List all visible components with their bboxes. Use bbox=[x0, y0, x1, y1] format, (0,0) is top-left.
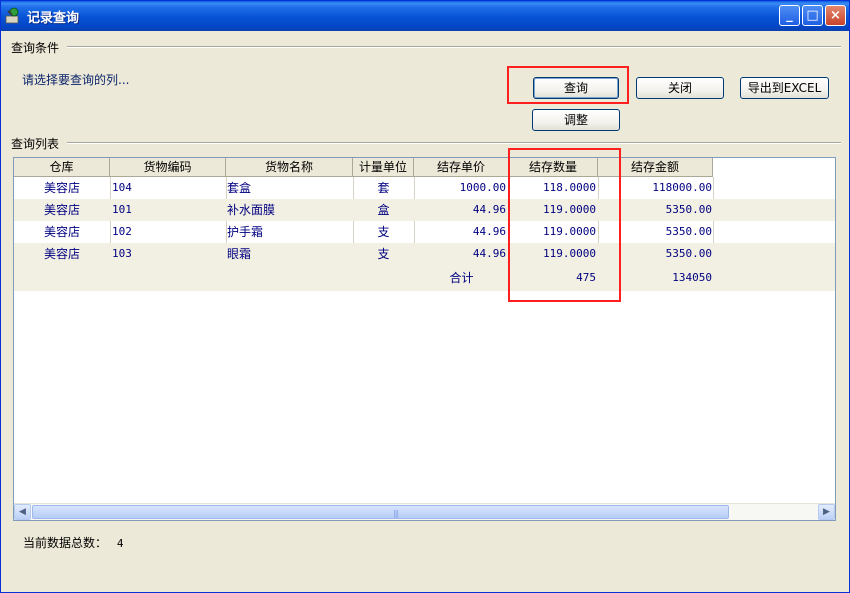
cell-unit-price: 44.96 bbox=[472, 247, 506, 260]
col-header-unit[interactable]: 计量单位 bbox=[353, 158, 414, 177]
scroll-right-button[interactable]: ▶ bbox=[818, 504, 835, 520]
table-row[interactable]: 美容店 102 护手霜 支 44.96 119.0000 5350.00 bbox=[14, 221, 835, 243]
total-quantity: 475 bbox=[576, 271, 596, 284]
list-group-divider bbox=[67, 142, 841, 144]
window-title: 记录查询 bbox=[27, 11, 80, 26]
maximize-icon: □ bbox=[806, 8, 819, 23]
record-count-value: 4 bbox=[116, 537, 124, 550]
table-row[interactable]: 美容店 104 套盒 套 1000.00 118.0000 118000.00 bbox=[14, 177, 835, 199]
cell-unit-price: 44.96 bbox=[472, 225, 506, 238]
col-header-amount[interactable]: 结存金额 bbox=[598, 158, 713, 177]
scroll-left-button[interactable]: ◀ bbox=[14, 504, 31, 520]
adjust-button[interactable]: 调整 bbox=[532, 109, 620, 131]
close-icon: × bbox=[830, 8, 841, 23]
scroll-thumb[interactable]: ||| bbox=[32, 505, 729, 519]
grip-icon: ||| bbox=[393, 509, 399, 518]
cell-unit-price: 44.96 bbox=[472, 203, 506, 216]
query-button[interactable]: 查询 bbox=[533, 77, 619, 99]
query-group-divider bbox=[67, 46, 841, 48]
cell-item-name: 套盒 bbox=[227, 181, 252, 195]
app-icon bbox=[5, 7, 19, 24]
chevron-right-icon: ▶ bbox=[823, 507, 830, 517]
list-group-label: 查询列表 bbox=[11, 135, 64, 152]
total-label: 合计 bbox=[449, 271, 474, 285]
cell-quantity: 119.0000 bbox=[543, 225, 596, 238]
record-count-label: 当前数据总数： bbox=[23, 536, 108, 550]
cell-warehouse: 美容店 bbox=[43, 203, 80, 217]
cell-amount: 5350.00 bbox=[665, 247, 712, 260]
cell-unit-price: 1000.00 bbox=[459, 181, 506, 194]
cell-unit: 盒 bbox=[377, 203, 390, 217]
cell-item-code: 101 bbox=[112, 203, 132, 216]
total-row[interactable]: 合计 475 134050 bbox=[14, 265, 835, 291]
horizontal-scrollbar[interactable]: ◀ ||| ▶ bbox=[14, 503, 835, 520]
table-row[interactable]: 美容店 101 补水面膜 盒 44.96 119.0000 5350.00 bbox=[14, 199, 835, 221]
query-hint: 请选择要查询的列... bbox=[22, 73, 130, 87]
cell-warehouse: 美容店 bbox=[43, 225, 80, 239]
cell-item-code: 103 bbox=[112, 247, 132, 260]
cell-item-code: 104 bbox=[112, 181, 132, 194]
chevron-left-icon: ◀ bbox=[19, 507, 26, 517]
cell-amount: 5350.00 bbox=[665, 203, 712, 216]
results-grid[interactable]: 仓库 货物编码 货物名称 计量单位 结存单价 结存数量 结存金额 美容店 104… bbox=[13, 157, 836, 521]
col-header-quantity[interactable]: 结存数量 bbox=[509, 158, 598, 177]
cell-item-name: 补水面膜 bbox=[227, 203, 276, 217]
cell-quantity: 119.0000 bbox=[543, 203, 596, 216]
minimize-icon: _ bbox=[786, 8, 793, 23]
record-count-status: 当前数据总数： 4 bbox=[23, 534, 123, 551]
cell-item-code: 102 bbox=[112, 225, 132, 238]
cell-item-name: 护手霜 bbox=[227, 225, 264, 239]
cell-unit: 套 bbox=[377, 181, 390, 195]
cell-quantity: 119.0000 bbox=[543, 247, 596, 260]
col-header-unit-price[interactable]: 结存单价 bbox=[414, 158, 509, 177]
cell-unit: 支 bbox=[377, 225, 390, 239]
cell-item-name: 眼霜 bbox=[227, 247, 252, 261]
record-query-window: 记录查询 _ □ × 查询条件 请选择要查询的列... 查询 关闭 导出到EXC… bbox=[0, 0, 850, 593]
col-header-warehouse[interactable]: 仓库 bbox=[14, 158, 110, 177]
cell-warehouse: 美容店 bbox=[43, 181, 80, 195]
maximize-button[interactable]: □ bbox=[802, 5, 823, 26]
cell-unit: 支 bbox=[377, 247, 390, 261]
col-header-item-name[interactable]: 货物名称 bbox=[226, 158, 353, 177]
export-excel-button[interactable]: 导出到EXCEL bbox=[740, 77, 829, 99]
close-button[interactable]: 关闭 bbox=[636, 77, 724, 99]
minimize-button[interactable]: _ bbox=[779, 5, 800, 26]
cell-quantity: 118.0000 bbox=[543, 181, 596, 194]
col-header-item-code[interactable]: 货物编码 bbox=[110, 158, 226, 177]
total-amount: 134050 bbox=[672, 271, 712, 284]
query-group-label: 查询条件 bbox=[11, 39, 64, 56]
cell-warehouse: 美容店 bbox=[43, 247, 80, 261]
table-row[interactable]: 美容店 103 眼霜 支 44.96 119.0000 5350.00 bbox=[14, 243, 835, 265]
close-window-button[interactable]: × bbox=[825, 5, 846, 26]
cell-amount: 118000.00 bbox=[652, 181, 712, 194]
title-bar[interactable]: 记录查询 _ □ × bbox=[1, 1, 849, 31]
cell-amount: 5350.00 bbox=[665, 225, 712, 238]
